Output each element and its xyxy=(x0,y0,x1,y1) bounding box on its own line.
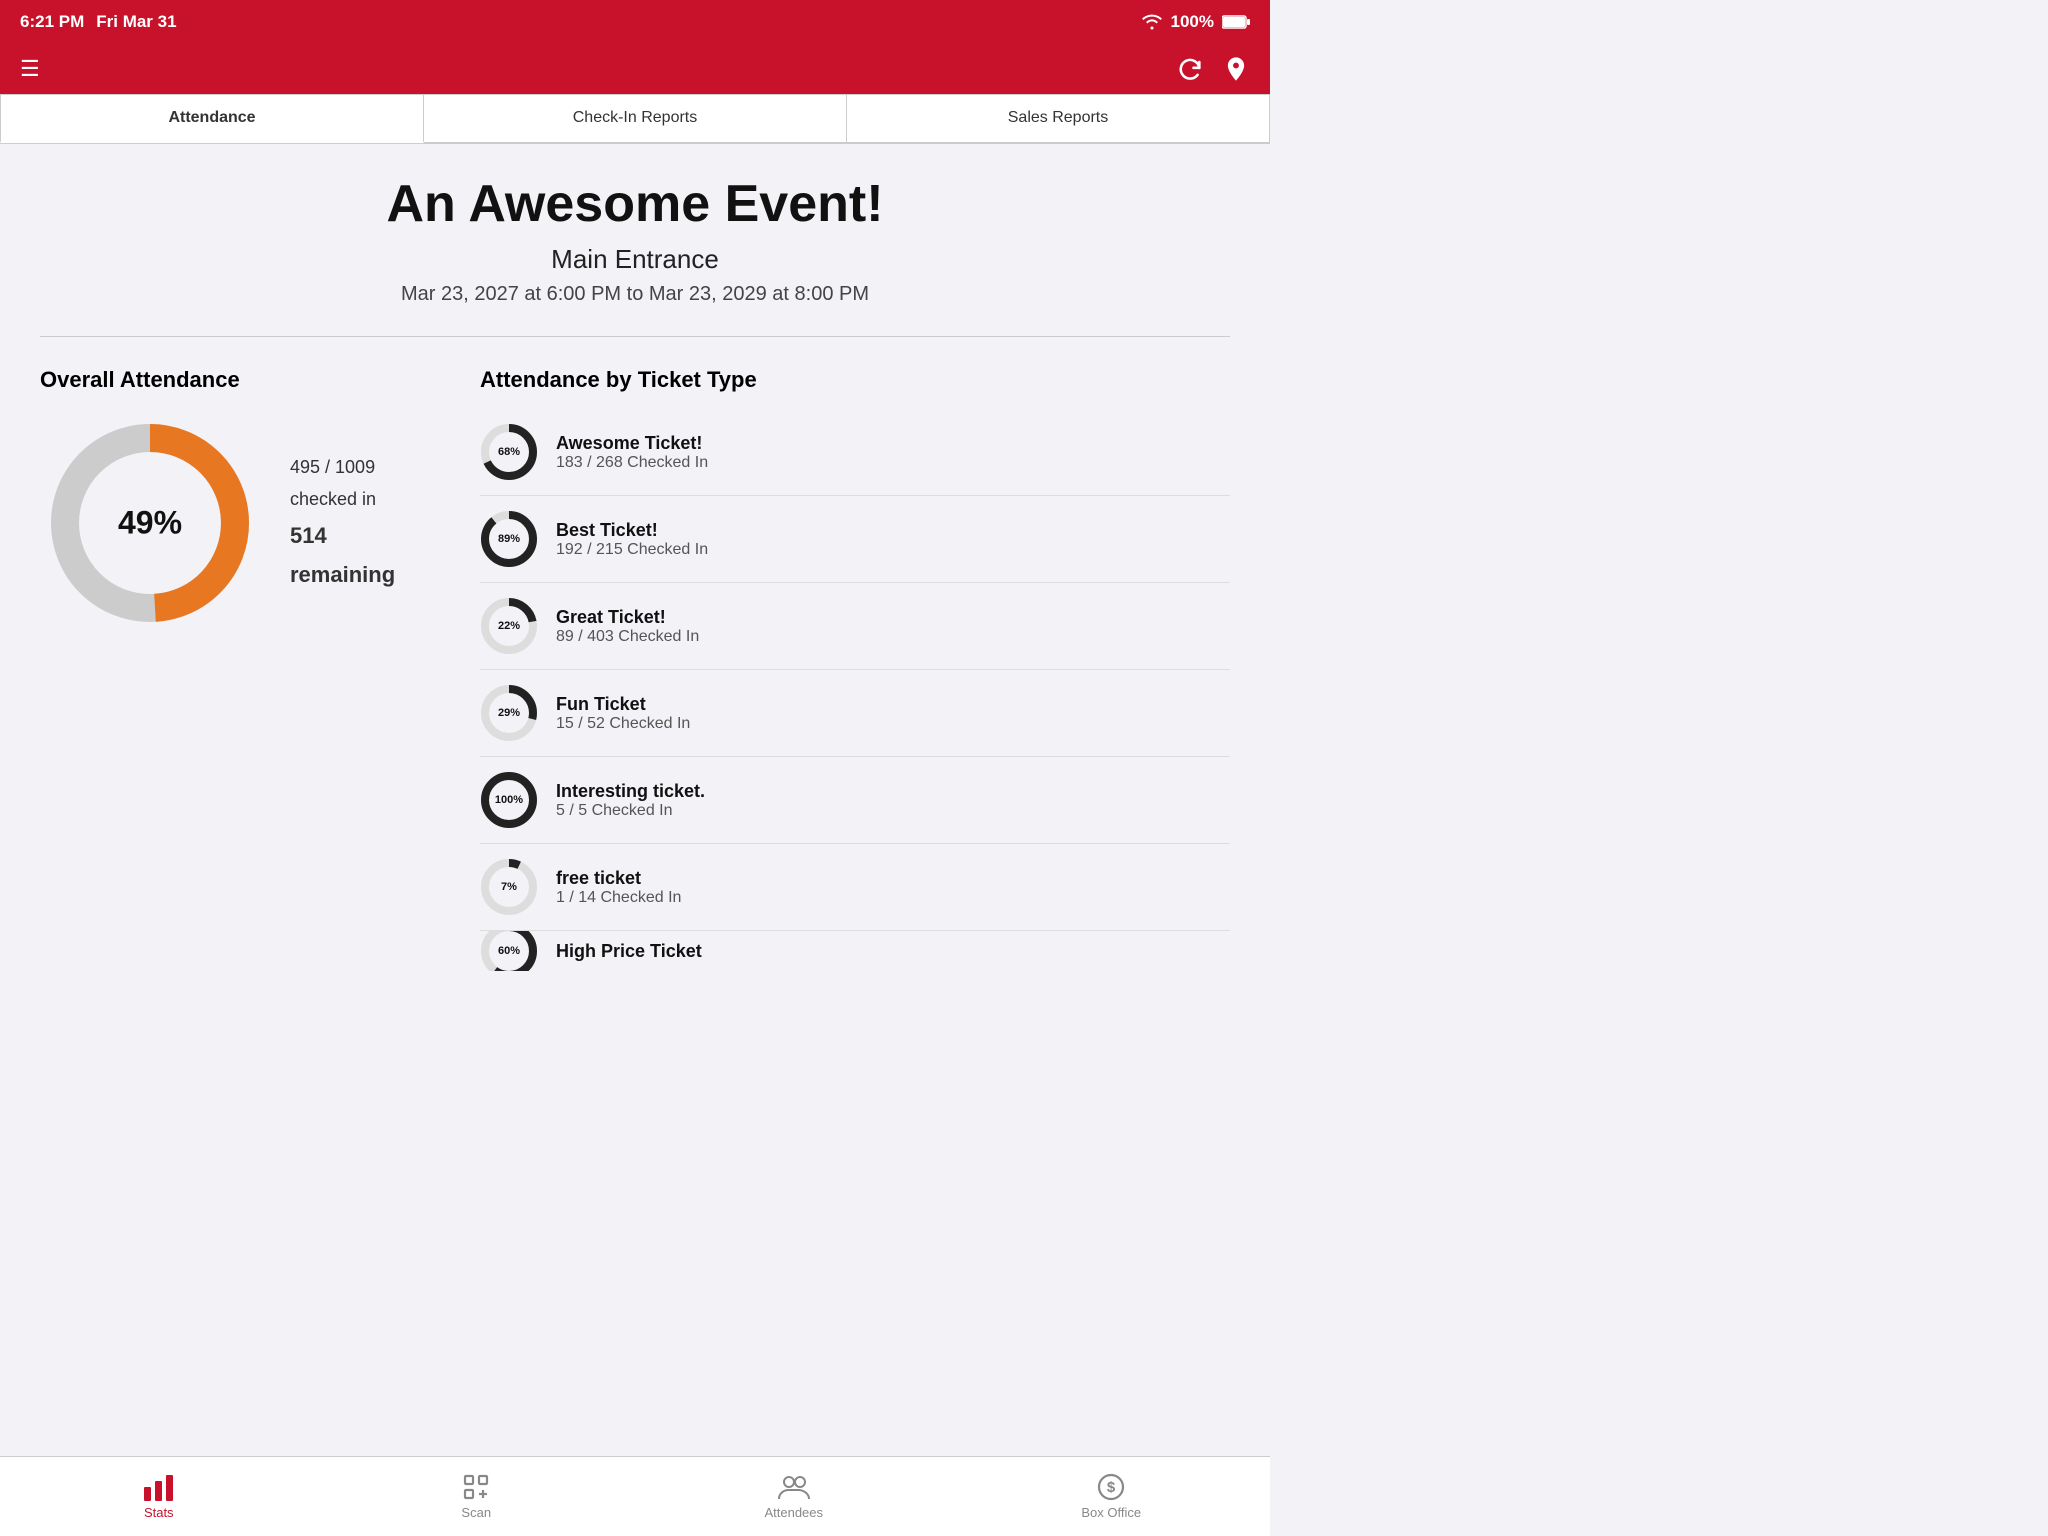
bottom-tab-scan-label: Scan xyxy=(461,1505,491,1520)
ticket-rows: 68% Awesome Ticket! 183 / 268 Checked In… xyxy=(480,409,1230,971)
event-subtitle: Main Entrance xyxy=(40,244,1230,275)
mini-donut-label-3: 29% xyxy=(498,707,520,719)
menu-icon[interactable]: ☰ xyxy=(20,56,40,82)
ticket-row: 68% Awesome Ticket! 183 / 268 Checked In xyxy=(480,409,1230,496)
mini-donut-3: 29% xyxy=(480,684,538,742)
scan-icon xyxy=(462,1473,490,1501)
donut-container: 49% 495 / 1009 checked in 514 remaining xyxy=(40,413,420,633)
bottom-tab-bar: Stats Scan Attendees $ Box Office xyxy=(0,1456,1270,1536)
mini-donut-label-5: 7% xyxy=(501,881,517,893)
mini-donut-4: 100% xyxy=(480,771,538,829)
ticket-detail-4: 5 / 5 Checked In xyxy=(556,802,705,820)
status-date: Fri Mar 31 xyxy=(96,12,176,32)
mini-donut-label-6: 60% xyxy=(498,945,520,957)
ticket-info-1: Best Ticket! 192 / 215 Checked In xyxy=(556,520,708,559)
event-title: An Awesome Event! xyxy=(40,174,1230,234)
ticket-detail-1: 192 / 215 Checked In xyxy=(556,541,708,559)
ticket-name-0: Awesome Ticket! xyxy=(556,433,708,454)
bottom-tab-box-office-label: Box Office xyxy=(1081,1505,1141,1520)
ticket-info-6: High Price Ticket xyxy=(556,941,702,962)
refresh-icon[interactable] xyxy=(1176,55,1204,83)
ticket-detail-3: 15 / 52 Checked In xyxy=(556,715,690,733)
ticket-row: 29% Fun Ticket 15 / 52 Checked In xyxy=(480,670,1230,757)
ticket-name-3: Fun Ticket xyxy=(556,694,690,715)
ticket-name-4: Interesting ticket. xyxy=(556,781,705,802)
svg-text:$: $ xyxy=(1107,1479,1116,1496)
ticket-name-1: Best Ticket! xyxy=(556,520,708,541)
main-content: An Awesome Event! Main Entrance Mar 23, … xyxy=(0,144,1270,1071)
nav-bar: ☰ xyxy=(0,44,1270,94)
ticket-name-2: Great Ticket! xyxy=(556,607,699,628)
bottom-tab-box-office[interactable]: $ Box Office xyxy=(953,1457,1271,1536)
overall-donut-chart: 49% xyxy=(40,413,260,633)
mini-donut-label-4: 100% xyxy=(495,794,523,806)
ticket-row: 22% Great Ticket! 89 / 403 Checked In xyxy=(480,583,1230,670)
remaining-stat: 514 remaining xyxy=(290,516,420,595)
bottom-tab-attendees-label: Attendees xyxy=(764,1505,823,1520)
ticket-detail-0: 183 / 268 Checked In xyxy=(556,454,708,472)
ticket-types-section: Attendance by Ticket Type 68% Awesome Ti… xyxy=(480,367,1230,971)
ticket-icon[interactable] xyxy=(1222,55,1250,83)
mini-donut-0: 68% xyxy=(480,423,538,481)
ticket-types-heading: Attendance by Ticket Type xyxy=(480,367,1230,393)
ticket-detail-5: 1 / 14 Checked In xyxy=(556,889,681,907)
status-bar: 6:21 PM Fri Mar 31 100% xyxy=(0,0,1270,44)
status-time: 6:21 PM xyxy=(20,12,84,32)
overall-attendance: Overall Attendance 49% 495 / 1009 checke… xyxy=(40,367,420,633)
tab-sales-reports[interactable]: Sales Reports xyxy=(847,94,1270,143)
ticket-row: 100% Interesting ticket. 5 / 5 Checked I… xyxy=(480,757,1230,844)
ticket-info-3: Fun Ticket 15 / 52 Checked In xyxy=(556,694,690,733)
overall-percent-label: 49% xyxy=(118,505,182,542)
attendees-icon xyxy=(778,1473,810,1501)
wifi-icon xyxy=(1141,14,1163,30)
overall-attendance-heading: Overall Attendance xyxy=(40,367,420,393)
mini-donut-label-0: 68% xyxy=(498,446,520,458)
ticket-info-0: Awesome Ticket! 183 / 268 Checked In xyxy=(556,433,708,472)
attendance-stats: 495 / 1009 checked in 514 remaining xyxy=(290,451,420,595)
ticket-row: 7% free ticket 1 / 14 Checked In xyxy=(480,844,1230,931)
section-divider xyxy=(40,336,1230,337)
tab-attendance[interactable]: Attendance xyxy=(0,94,424,143)
bottom-tab-stats-label: Stats xyxy=(144,1505,174,1520)
ticket-info-4: Interesting ticket. 5 / 5 Checked In xyxy=(556,781,705,820)
mini-donut-2: 22% xyxy=(480,597,538,655)
event-date: Mar 23, 2027 at 6:00 PM to Mar 23, 2029 … xyxy=(40,283,1230,306)
mini-donut-label-1: 89% xyxy=(498,533,520,545)
ticket-name-5: free ticket xyxy=(556,868,681,889)
box-office-icon: $ xyxy=(1097,1473,1125,1501)
mini-donut-1: 89% xyxy=(480,510,538,568)
bottom-tab-scan[interactable]: Scan xyxy=(318,1457,636,1536)
mini-donut-6: 60% xyxy=(480,931,538,971)
attendance-section: Overall Attendance 49% 495 / 1009 checke… xyxy=(40,367,1230,971)
ticket-detail-2: 89 / 403 Checked In xyxy=(556,628,699,646)
ticket-info-5: free ticket 1 / 14 Checked In xyxy=(556,868,681,907)
battery-level: 100% xyxy=(1171,12,1214,32)
bottom-tab-attendees[interactable]: Attendees xyxy=(635,1457,953,1536)
mini-donut-5: 7% xyxy=(480,858,538,916)
checked-in-stat: 495 / 1009 checked in xyxy=(290,451,420,516)
stats-icon xyxy=(144,1473,174,1501)
ticket-row: 60% High Price Ticket xyxy=(480,931,1230,971)
ticket-info-2: Great Ticket! 89 / 403 Checked In xyxy=(556,607,699,646)
ticket-name-6: High Price Ticket xyxy=(556,941,702,962)
mini-donut-label-2: 22% xyxy=(498,620,520,632)
battery-icon xyxy=(1222,15,1250,29)
ticket-row: 89% Best Ticket! 192 / 215 Checked In xyxy=(480,496,1230,583)
top-tab-bar: Attendance Check-In Reports Sales Report… xyxy=(0,94,1270,144)
tab-checkin-reports[interactable]: Check-In Reports xyxy=(424,94,847,143)
bottom-tab-stats[interactable]: Stats xyxy=(0,1457,318,1536)
